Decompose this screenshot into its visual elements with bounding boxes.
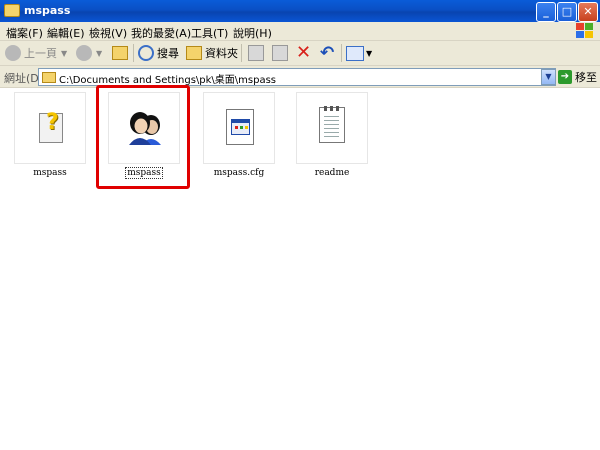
go-label: 移至 [575,70,597,84]
menu-help[interactable]: 說明(H) [233,25,272,41]
file-name: readme [314,168,350,178]
delete-x-icon: ✕ [296,42,312,63]
forward-arrow-icon [76,45,92,61]
back-label: 上一頁 [24,47,57,60]
move-to-icon [248,45,264,61]
file-item[interactable]: mspass.cfg [202,92,276,178]
copy-to-button[interactable] [272,43,288,63]
search-button[interactable]: 搜尋 [138,43,179,63]
menu-bar: 檔案(F) 編輯(E) 檢視(V) 我的最愛(A) 工具(T) 說明(H) [0,22,600,41]
go-button[interactable]: ➔ 移至 [558,68,597,85]
folders-icon [186,46,202,60]
search-icon [138,45,154,61]
file-name: mspass [33,168,67,178]
delete-button[interactable]: ✕ [296,43,311,63]
menu-edit[interactable]: 編輯(E) [47,25,85,41]
menu-tools[interactable]: 工具(T) [191,25,228,41]
undo-icon: ↶ [320,43,335,63]
folders-label: 資料夾 [205,47,238,60]
toolbar: 上一頁 ▼ ▼ 搜尋 資料夾 ✕ ↶ ▼ [0,41,600,66]
file-name: mspass.cfg [213,168,265,178]
help-file-icon: ? [39,110,63,143]
selection-highlight [96,85,190,189]
move-to-button[interactable] [248,43,264,63]
maximize-button[interactable]: □ [557,2,577,22]
back-button[interactable]: 上一頁 ▼ [5,43,67,63]
folder-icon [42,72,56,83]
copy-to-icon [272,45,288,61]
up-folder-icon [112,46,128,60]
file-item[interactable]: readme [295,92,369,178]
views-icon [346,45,364,61]
forward-button[interactable]: ▼ [76,43,102,63]
file-item[interactable]: ? mspass [13,92,87,178]
minimize-button[interactable]: _ [536,2,556,22]
address-path: C:\Documents and Settings\pk\桌面\mspass [59,75,277,86]
title-bar: mspass _ □ ✕ [0,0,600,22]
config-file-icon [226,109,254,145]
menu-view[interactable]: 檢視(V) [89,25,127,41]
address-dropdown-button[interactable]: ▼ [541,69,556,85]
close-button[interactable]: ✕ [578,2,598,22]
search-label: 搜尋 [157,47,179,60]
menu-favorites[interactable]: 我的最愛(A) [131,25,191,41]
file-view: ? mspass mspass mspass.cfg readme [0,85,600,450]
window-title: mspass [24,4,71,17]
windows-logo-icon [576,23,594,39]
folder-icon [4,4,20,17]
back-arrow-icon [5,45,21,61]
views-button[interactable]: ▼ [346,43,372,63]
address-input[interactable]: C:\Documents and Settings\pk\桌面\mspass [38,68,556,86]
up-folder-button[interactable] [112,43,128,63]
address-bar: 網址(D) C:\Documents and Settings\pk\桌面\ms… [0,66,600,88]
folders-button[interactable]: 資料夾 [186,43,238,63]
menu-file[interactable]: 檔案(F) [6,25,43,41]
go-arrow-icon: ➔ [558,69,572,84]
text-document-icon [319,106,345,143]
undo-button[interactable]: ↶ [320,43,334,63]
